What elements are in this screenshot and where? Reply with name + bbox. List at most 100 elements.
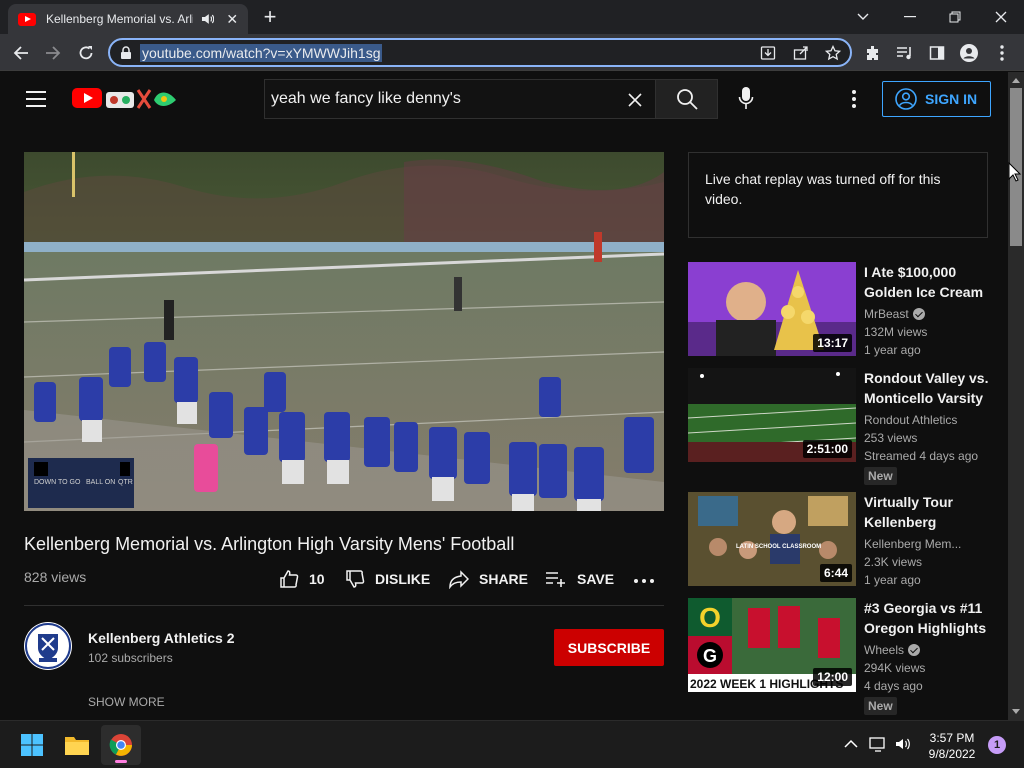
new-badge: New bbox=[864, 467, 897, 485]
share-label: SHARE bbox=[479, 571, 529, 587]
svg-text:QTR: QTR bbox=[118, 479, 133, 486]
new-tab-button[interactable]: + bbox=[260, 6, 280, 28]
svg-text:TO GO: TO GO bbox=[58, 479, 81, 486]
voice-search-button[interactable] bbox=[730, 82, 762, 114]
reload-button[interactable] bbox=[73, 40, 99, 66]
video-duration: 2:51:00 bbox=[802, 440, 852, 458]
video-player[interactable]: DOWN TO GO BALL ON QTR bbox=[24, 152, 664, 511]
recommended-channel[interactable]: MrBeast bbox=[864, 307, 994, 321]
chrome-icon[interactable] bbox=[101, 725, 141, 765]
more-actions-icon[interactable] bbox=[634, 574, 654, 588]
svg-text:O: O bbox=[699, 602, 721, 633]
live-chat-notice: Live chat replay was turned off for this… bbox=[688, 152, 988, 238]
recommended-video[interactable]: 13:17 I Ate $100,000 Golden Ice Cream Mr… bbox=[688, 262, 998, 358]
mouse-cursor-icon bbox=[1008, 162, 1022, 182]
recommended-title[interactable]: Virtually Tour Kellenberg Memorial bbox=[864, 492, 992, 532]
video-duration: 12:00 bbox=[813, 668, 852, 686]
recommended-title[interactable]: I Ate $100,000 Golden Ice Cream bbox=[864, 262, 992, 302]
recommended-views: 294K views bbox=[864, 661, 926, 675]
scroll-up-arrow-icon[interactable] bbox=[1012, 78, 1020, 83]
search-icon bbox=[676, 89, 698, 110]
hamburger-menu-icon[interactable] bbox=[26, 91, 46, 107]
volume-icon[interactable] bbox=[894, 735, 912, 753]
view-count: 828 views bbox=[24, 569, 87, 585]
channel-avatar[interactable] bbox=[24, 622, 72, 670]
youtube-favicon-icon bbox=[18, 12, 36, 26]
thumbs-up-icon bbox=[280, 570, 299, 588]
sign-in-label: SIGN IN bbox=[925, 91, 978, 107]
browser-tab-strip: Kellenberg Memorial vs. Arlin ✕ + bbox=[0, 0, 1024, 34]
search-button[interactable] bbox=[655, 79, 718, 119]
youtube-logo[interactable] bbox=[72, 88, 102, 108]
address-bar[interactable]: youtube.com/watch?v=xYMWWJih1sg bbox=[108, 38, 852, 67]
new-badge: New bbox=[864, 697, 897, 715]
svg-text:G: G bbox=[703, 646, 717, 666]
sign-in-button[interactable]: SIGN IN bbox=[882, 81, 991, 117]
show-hidden-icons-chevron-icon[interactable] bbox=[842, 735, 860, 753]
channel-name[interactable]: Kellenberg Athletics 2 bbox=[88, 630, 235, 646]
recommended-age: 1 year ago bbox=[864, 573, 921, 587]
network-display-icon[interactable] bbox=[869, 735, 887, 753]
dislike-label: DISLIKE bbox=[375, 571, 431, 587]
lock-icon[interactable] bbox=[120, 45, 132, 60]
file-explorer-icon[interactable] bbox=[57, 725, 97, 765]
microphone-icon bbox=[738, 87, 754, 109]
recommended-video[interactable]: 2:51:00 Rondout Valley vs. Monticello Va… bbox=[688, 368, 998, 485]
youtube-doodle-icon[interactable] bbox=[104, 86, 178, 112]
youtube-header: yeah we fancy like denny's SIGN IN bbox=[0, 72, 1008, 126]
window-close-icon[interactable] bbox=[979, 4, 1023, 30]
chrome-menu-icon[interactable] bbox=[993, 44, 1011, 62]
verified-icon bbox=[908, 644, 921, 656]
system-clock[interactable]: 3:57 PM 9/8/2022 bbox=[920, 730, 984, 762]
video-thumbnail[interactable]: LATIN SCHOOL CLASSROOM 6:44 bbox=[688, 492, 856, 586]
back-button[interactable] bbox=[8, 40, 34, 66]
speaker-icon[interactable] bbox=[201, 12, 215, 26]
dislike-button[interactable]: DISLIKE bbox=[345, 567, 430, 591]
restore-icon[interactable] bbox=[933, 4, 977, 30]
video-frame: DOWN TO GO BALL ON QTR bbox=[24, 152, 664, 511]
media-control-icon[interactable] bbox=[896, 44, 914, 62]
video-title: Kellenberg Memorial vs. Arlington High V… bbox=[24, 534, 515, 554]
recommended-title[interactable]: Rondout Valley vs. Monticello Varsity Fo… bbox=[864, 368, 992, 408]
share-button[interactable]: SHARE bbox=[449, 567, 528, 591]
minimize-icon[interactable] bbox=[888, 4, 932, 30]
install-icon[interactable] bbox=[760, 45, 776, 61]
tab-search-chevron-icon[interactable] bbox=[841, 4, 885, 30]
recommended-channel[interactable]: Rondout Athletics bbox=[864, 413, 994, 427]
video-thumbnail[interactable]: O G 2022 WEEK 1 HIGHLIGHTS 12:00 bbox=[688, 598, 856, 692]
share-icon[interactable] bbox=[793, 45, 809, 61]
forward-button[interactable] bbox=[40, 40, 66, 66]
thumbs-down-icon bbox=[346, 570, 365, 588]
star-icon[interactable] bbox=[825, 45, 841, 61]
scroll-down-arrow-icon[interactable] bbox=[1012, 709, 1020, 714]
playlist-add-icon bbox=[546, 572, 565, 587]
like-button[interactable]: 10 bbox=[279, 567, 325, 591]
recommended-channel[interactable]: Wheels bbox=[864, 643, 994, 657]
clock-time: 3:57 PM bbox=[929, 731, 975, 745]
settings-menu-icon[interactable] bbox=[846, 89, 862, 109]
subscribe-button[interactable]: SUBSCRIBE bbox=[554, 629, 664, 666]
profile-icon[interactable] bbox=[960, 44, 978, 62]
notification-badge[interactable]: 1 bbox=[988, 736, 1006, 754]
video-duration: 13:17 bbox=[813, 334, 852, 352]
windows-taskbar: 3:57 PM 9/8/2022 1 bbox=[0, 720, 1024, 768]
recommended-channel[interactable]: Kellenberg Mem... bbox=[864, 537, 994, 551]
video-thumbnail[interactable]: 2:51:00 bbox=[688, 368, 856, 462]
search-input[interactable]: yeah we fancy like denny's bbox=[264, 79, 655, 119]
extensions-icon[interactable] bbox=[864, 44, 882, 62]
thumbnail-caption: LATIN SCHOOL CLASSROOM bbox=[736, 544, 821, 550]
browser-tab[interactable]: Kellenberg Memorial vs. Arlin ✕ bbox=[8, 4, 248, 34]
recommended-age: Streamed 4 days ago bbox=[864, 449, 979, 463]
url-text[interactable]: youtube.com/watch?v=xYMWWJih1sg bbox=[140, 43, 383, 62]
clear-search-icon[interactable] bbox=[626, 91, 644, 109]
tab-close-icon[interactable]: ✕ bbox=[224, 11, 240, 28]
recommended-video[interactable]: LATIN SCHOOL CLASSROOM 6:44 Virtually To… bbox=[688, 492, 998, 588]
recommended-video[interactable]: O G 2022 WEEK 1 HIGHLIGHTS 12:00 #3 Geor… bbox=[688, 598, 998, 715]
side-panel-icon[interactable] bbox=[928, 44, 946, 62]
save-button[interactable]: SAVE bbox=[545, 567, 614, 591]
video-thumbnail[interactable]: 13:17 bbox=[688, 262, 856, 356]
windows-start-icon[interactable] bbox=[12, 725, 52, 765]
show-more-link[interactable]: SHOW MORE bbox=[88, 695, 165, 709]
recommended-title[interactable]: #3 Georgia vs #11 Oregon Highlights bbox=[864, 598, 992, 638]
search-query[interactable]: yeah we fancy like denny's bbox=[271, 90, 461, 108]
